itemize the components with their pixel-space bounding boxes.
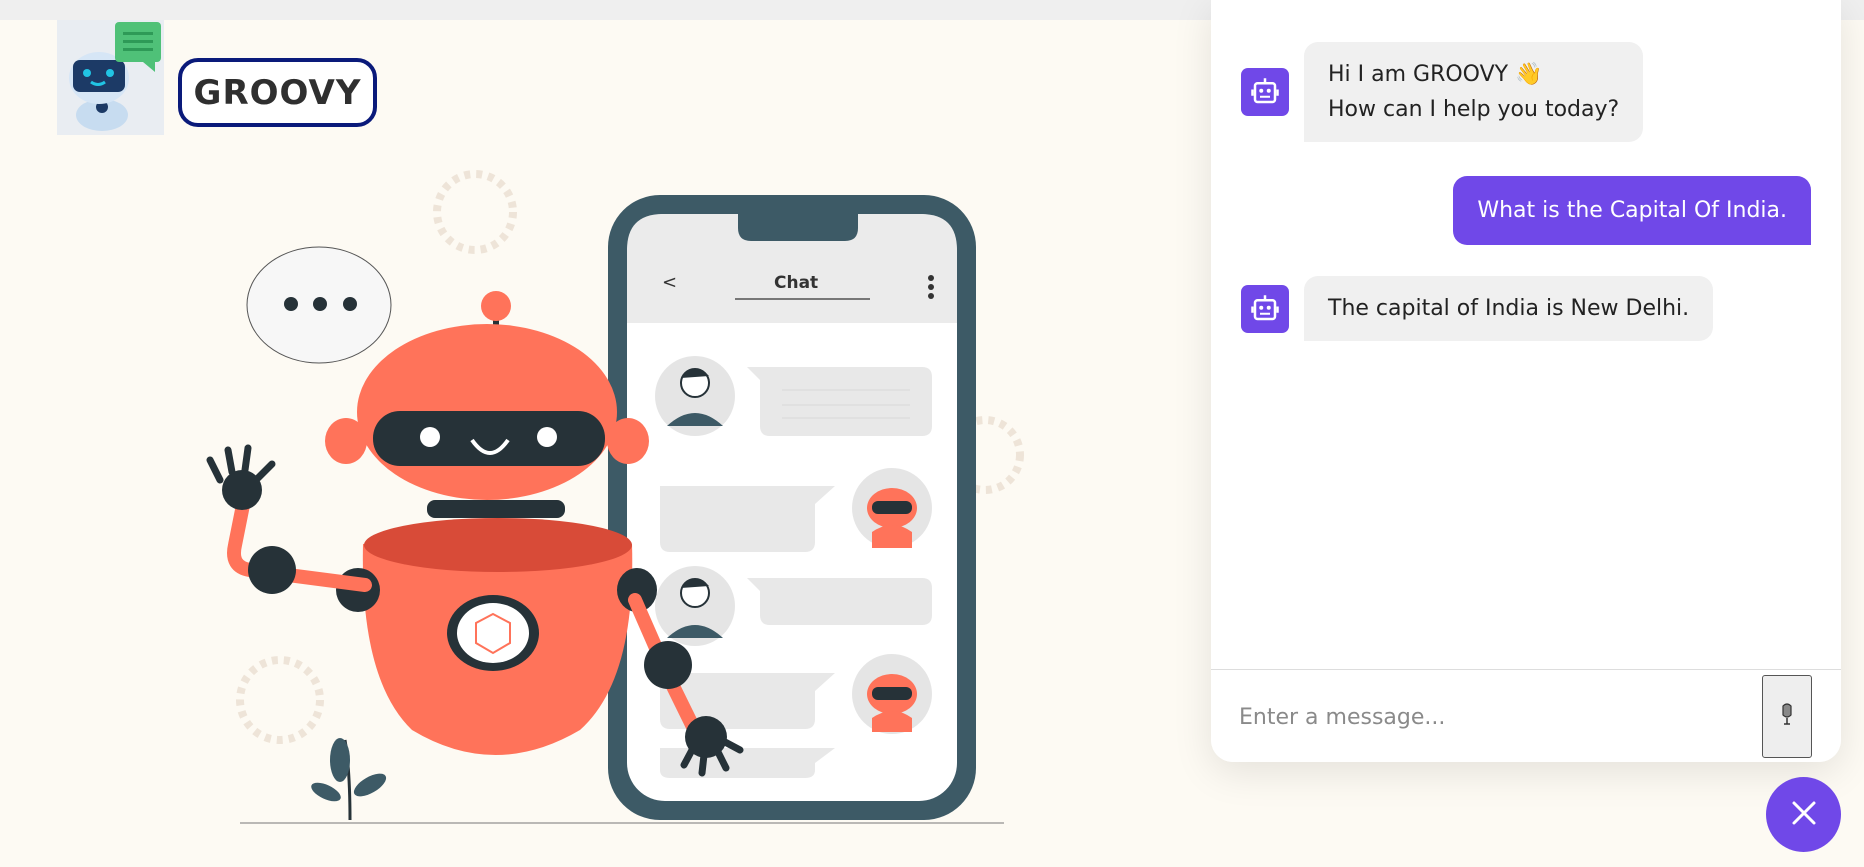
- hero-illustration: < Chat: [190, 160, 1050, 830]
- bot-message: The capital of India is New Delhi.: [1241, 276, 1714, 341]
- user-message-bubble: What is the Capital Of India.: [1453, 176, 1811, 245]
- brand-logo[interactable]: GROOVY: [178, 58, 377, 127]
- robot-icon: [1241, 284, 1289, 333]
- logo-image: [57, 20, 164, 135]
- bot-message: Hi I am GROOVY 👋 How can I help you toda…: [1241, 42, 1644, 142]
- brand-name: GROOVY: [193, 72, 362, 113]
- bot-message-bubble: Hi I am GROOVY 👋 How can I help you toda…: [1304, 42, 1644, 142]
- close-icon: [1791, 800, 1817, 830]
- bot-message-line: The capital of India is New Delhi.: [1328, 296, 1690, 321]
- phone-chat-title: Chat: [774, 273, 818, 293]
- mic-button[interactable]: [1762, 675, 1812, 758]
- bot-message-line: Hi I am GROOVY 👋: [1328, 62, 1543, 87]
- close-chat-button[interactable]: [1766, 777, 1841, 852]
- message-input[interactable]: [1239, 688, 1749, 746]
- robot-icon: [1241, 68, 1289, 116]
- bot-message-bubble: The capital of India is New Delhi.: [1304, 276, 1714, 341]
- chat-panel: Hi I am GROOVY 👋 How can I help you toda…: [1211, 0, 1841, 762]
- bot-message-line: How can I help you today?: [1328, 97, 1620, 122]
- message-composer: [1211, 669, 1841, 762]
- microphone-icon: [1777, 702, 1797, 732]
- phone-back-icon: <: [662, 272, 677, 293]
